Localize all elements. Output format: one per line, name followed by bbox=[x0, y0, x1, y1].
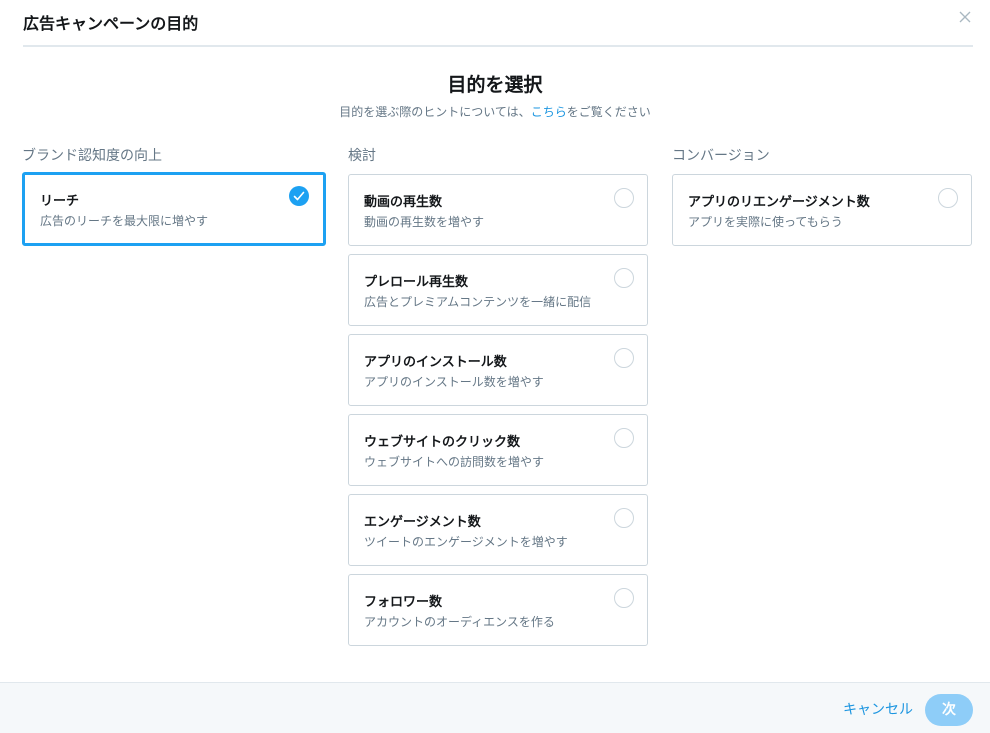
select-objective-heading: 目的を選択 bbox=[447, 74, 543, 96]
objective-description: アプリを実際に使ってもらう bbox=[688, 215, 843, 229]
next-button[interactable]: 次 bbox=[925, 694, 973, 726]
objective-title: アプリのリエンゲージメント数 bbox=[688, 195, 870, 210]
checkmark-icon bbox=[293, 191, 305, 201]
objective-radio[interactable] bbox=[614, 508, 634, 528]
column-title-consideration: 検討 bbox=[348, 148, 376, 164]
objective-radio-checked[interactable] bbox=[289, 186, 309, 206]
objective-title: ウェブサイトのクリック数 bbox=[364, 435, 521, 450]
objective-title: 動画の再生数 bbox=[364, 195, 443, 210]
objective-radio[interactable] bbox=[614, 428, 634, 448]
column-conversion: コンバージョン アプリのリエンゲージメント数 アプリを実際に使ってもらう bbox=[672, 146, 976, 246]
column-consideration: 検討 動画の再生数 動画の再生数を増やす プレロール再生数 広告とプレミアムコン… bbox=[348, 146, 652, 646]
objective-card-video-views[interactable]: 動画の再生数 動画の再生数を増やす bbox=[348, 174, 648, 246]
dialog-header: 広告キャンペーンの目的 bbox=[23, 0, 973, 47]
objective-title: リーチ bbox=[40, 194, 80, 209]
objective-radio[interactable] bbox=[614, 348, 634, 368]
objective-radio[interactable] bbox=[614, 268, 634, 288]
hint-text: 目的を選ぶ際のヒントについては、こちらをご覧ください bbox=[0, 104, 990, 120]
column-title-conversion: コンバージョン bbox=[672, 148, 770, 164]
objective-card-preroll-views[interactable]: プレロール再生数 広告とプレミアムコンテンツを一緒に配信 bbox=[348, 254, 648, 326]
objective-card-engagements[interactable]: エンゲージメント数 ツイートのエンゲージメントを増やす bbox=[348, 494, 648, 566]
objective-description: ツイートのエンゲージメントを増やす bbox=[364, 535, 568, 549]
hint-prefix: 目的を選ぶ際のヒントについては、 bbox=[339, 105, 531, 119]
column-awareness: ブランド認知度の向上 リーチ 広告のリーチを最大限に増やす bbox=[22, 146, 326, 246]
cancel-button[interactable]: キャンセル bbox=[843, 699, 913, 719]
objective-title: エンゲージメント数 bbox=[364, 515, 481, 530]
hint-suffix: をご覧ください bbox=[566, 105, 651, 119]
close-icon bbox=[959, 11, 971, 23]
objective-radio[interactable] bbox=[614, 188, 634, 208]
objective-description: 広告とプレミアムコンテンツを一緒に配信 bbox=[364, 295, 592, 309]
dialog-footer: キャンセル 次 bbox=[0, 682, 990, 733]
objective-card-reach[interactable]: リーチ 広告のリーチを最大限に増やす bbox=[22, 172, 326, 246]
close-button[interactable] bbox=[957, 9, 973, 25]
objective-card-app-reengagements[interactable]: アプリのリエンゲージメント数 アプリを実際に使ってもらう bbox=[672, 174, 972, 246]
intro-section: 目的を選択 目的を選ぶ際のヒントについては、こちらをご覧ください bbox=[0, 72, 990, 120]
objective-card-website-clicks[interactable]: ウェブサイトのクリック数 ウェブサイトへの訪問数を増やす bbox=[348, 414, 648, 486]
objective-title: フォロワー数 bbox=[364, 595, 443, 610]
objective-description: 広告のリーチを最大限に増やす bbox=[40, 214, 209, 228]
objective-description: アプリのインストール数を増やす bbox=[364, 375, 544, 389]
objective-title: プレロール再生数 bbox=[364, 275, 469, 290]
hint-link[interactable]: こちら bbox=[531, 105, 567, 119]
objective-radio[interactable] bbox=[938, 188, 958, 208]
campaign-objective-dialog: 広告キャンペーンの目的 目的を選択 目的を選ぶ際のヒントについては、こちらをご覧… bbox=[0, 0, 990, 733]
objective-description: アカウントのオーディエンスを作る bbox=[364, 615, 555, 629]
objective-title: アプリのインストール数 bbox=[364, 355, 507, 370]
objective-description: ウェブサイトへの訪問数を増やす bbox=[364, 455, 545, 469]
column-title-awareness: ブランド認知度の向上 bbox=[22, 148, 162, 164]
objective-description: 動画の再生数を増やす bbox=[364, 215, 485, 229]
objective-radio[interactable] bbox=[614, 588, 634, 608]
dialog-title: 広告キャンペーンの目的 bbox=[23, 14, 199, 33]
objective-card-app-installs[interactable]: アプリのインストール数 アプリのインストール数を増やす bbox=[348, 334, 648, 406]
objective-card-followers[interactable]: フォロワー数 アカウントのオーディエンスを作る bbox=[348, 574, 648, 646]
